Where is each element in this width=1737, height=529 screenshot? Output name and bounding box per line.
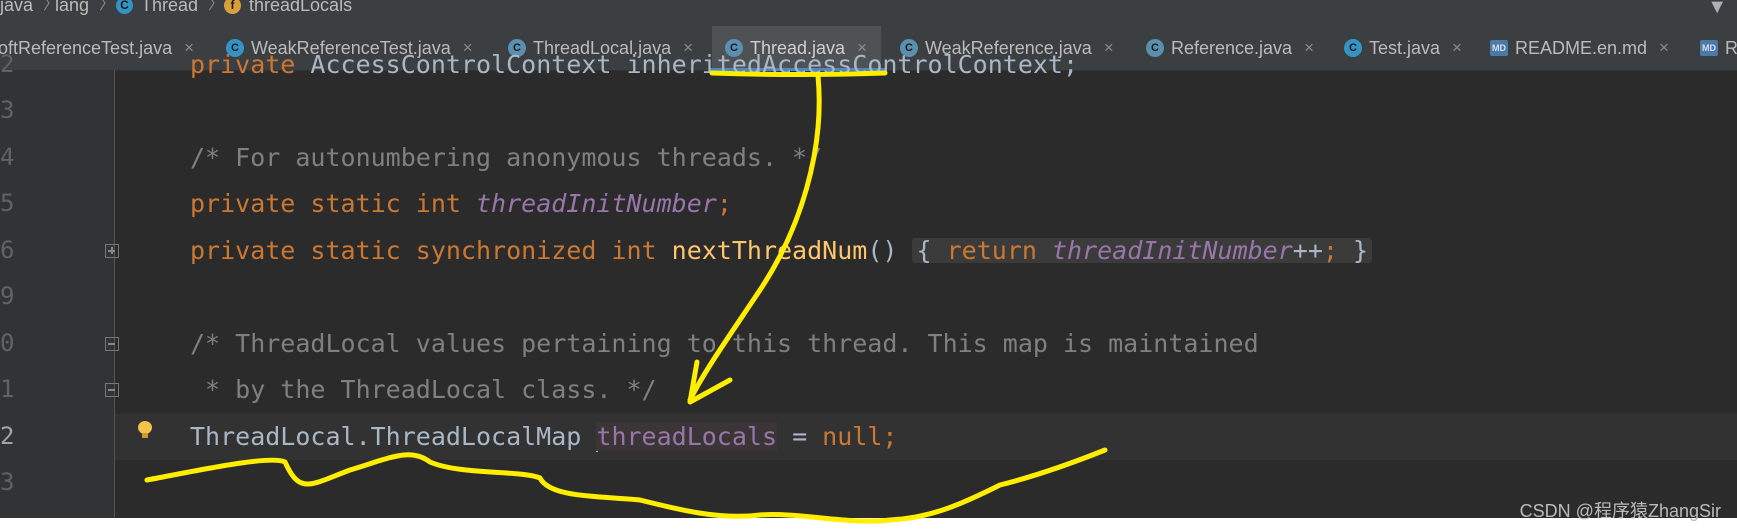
tab-label: Reference.java [1171, 37, 1293, 58]
code-line-11: * by the ThreadLocal class. */ [190, 377, 657, 402]
code-token: private static int [190, 189, 476, 218]
breadcrumb: java 〉 lang 〉 C Thread 〉 f threadLocals ▼ [0, 0, 1737, 26]
fold-expand-icon[interactable] [105, 244, 119, 258]
code-token: return [946, 236, 1052, 265]
code-token: ++ [1292, 236, 1323, 265]
markdown-icon: MD [1700, 40, 1718, 56]
code-token: private static synchronized int [190, 236, 672, 265]
lightbulb-icon[interactable] [138, 421, 152, 438]
code-token: threadInitNumber [475, 189, 717, 218]
field-icon: f [224, 0, 241, 14]
fold-collapse-icon[interactable] [105, 383, 119, 397]
breadcrumb-item-java[interactable]: java 〉 [0, 0, 59, 14]
line-number: 3 [0, 96, 15, 124]
code-token: nextThreadNum [671, 236, 868, 265]
line-number-current: 2 [0, 422, 15, 450]
close-icon[interactable]: × [1104, 38, 1114, 58]
code-comment: /* For autonumbering anonymous threads. … [190, 143, 823, 172]
gutter-divider [114, 70, 115, 518]
code-comment: * by the ThreadLocal class. */ [190, 375, 657, 404]
line-number: 2 [0, 50, 15, 78]
class-icon: C [116, 0, 133, 14]
class-icon: C [1146, 39, 1164, 57]
code-line-4: /* For autonumbering anonymous threads. … [190, 145, 822, 170]
line-number: 4 [0, 143, 15, 171]
code-line-5: private static int threadInitNumber; [190, 191, 732, 216]
line-number: 5 [0, 189, 15, 217]
chevron-right-icon: 〉 [208, 0, 225, 13]
breadcrumb-label: Thread [141, 0, 199, 15]
code-token: () [867, 236, 898, 265]
tab-readme[interactable]: MD README.en.md × [1490, 26, 1669, 70]
code-line-2: private AccessControlContext inheritedAc… [190, 52, 1078, 77]
tab-softreferencetest[interactable]: oftReferenceTest.java × [0, 26, 194, 70]
breadcrumb-item-lang[interactable]: lang 〉 [55, 0, 115, 14]
tab-test[interactable]: C Test.java × [1344, 26, 1462, 70]
close-icon[interactable]: × [1659, 38, 1669, 58]
breadcrumb-item-thread[interactable]: C Thread 〉 [116, 0, 224, 14]
code-line-10: /* ThreadLocal values pertaining to this… [190, 331, 1259, 356]
ide-window: java 〉 lang 〉 C Thread 〉 f threadLocals ▼ oft… [0, 0, 1737, 518]
code-line-6: private static synchronized int nextThre… [190, 236, 1373, 265]
code-token: } [1353, 236, 1369, 265]
tab-reference[interactable]: C Reference.java × [1146, 26, 1314, 70]
line-number: 1 [0, 375, 15, 403]
tab-label: Test.java [1369, 37, 1441, 58]
code-token: ; [882, 422, 898, 451]
code-token: ; [716, 189, 732, 218]
chevron-right-icon: 〉 [99, 0, 116, 13]
line-number: 6 [0, 236, 15, 264]
tab-label: oftReferenceTest.java [0, 37, 173, 58]
tab-label: README.en.md [1515, 37, 1648, 58]
tab-overflow[interactable]: MD R [1700, 26, 1737, 70]
code-token: threadInitNumber [1051, 236, 1293, 265]
close-icon[interactable]: × [1452, 38, 1462, 58]
breadcrumb-label: threadLocals [249, 0, 353, 15]
code-token: null [822, 422, 883, 451]
line-number: 0 [0, 329, 15, 357]
tab-label: R [1725, 37, 1737, 58]
code-line-12: ThreadLocal.ThreadLocalMap threadLocals … [190, 422, 898, 452]
code-token: ThreadLocal.ThreadLocalMap [190, 422, 597, 451]
breadcrumb-label: lang [55, 0, 90, 15]
line-number: 3 [0, 468, 15, 496]
code-token[interactable]: threadLocals [596, 422, 778, 451]
line-number: 9 [0, 282, 15, 310]
folded-body[interactable]: { return threadInitNumber++; } [912, 236, 1373, 265]
code-token: { [916, 236, 932, 265]
watermark-text: CSDN @程序猿ZhangSir [1519, 501, 1721, 521]
close-icon[interactable]: × [1304, 38, 1314, 58]
code-comment: /* ThreadLocal values pertaining to this… [190, 329, 1259, 358]
fold-gutter [60, 70, 115, 518]
code-token: = [777, 422, 823, 451]
class-icon: C [1344, 39, 1362, 57]
code-token: private [190, 50, 311, 79]
fold-collapse-icon[interactable] [105, 337, 119, 351]
markdown-icon: MD [1490, 40, 1508, 56]
breadcrumb-item-threadlocals[interactable]: f threadLocals [224, 0, 352, 14]
code-token: AccessControlContext inheritedAccessCont… [310, 50, 1079, 79]
breadcrumb-label: java [0, 0, 34, 15]
code-token: ; [1322, 236, 1338, 265]
user-menu-icon[interactable]: ▼ [1707, 0, 1727, 17]
